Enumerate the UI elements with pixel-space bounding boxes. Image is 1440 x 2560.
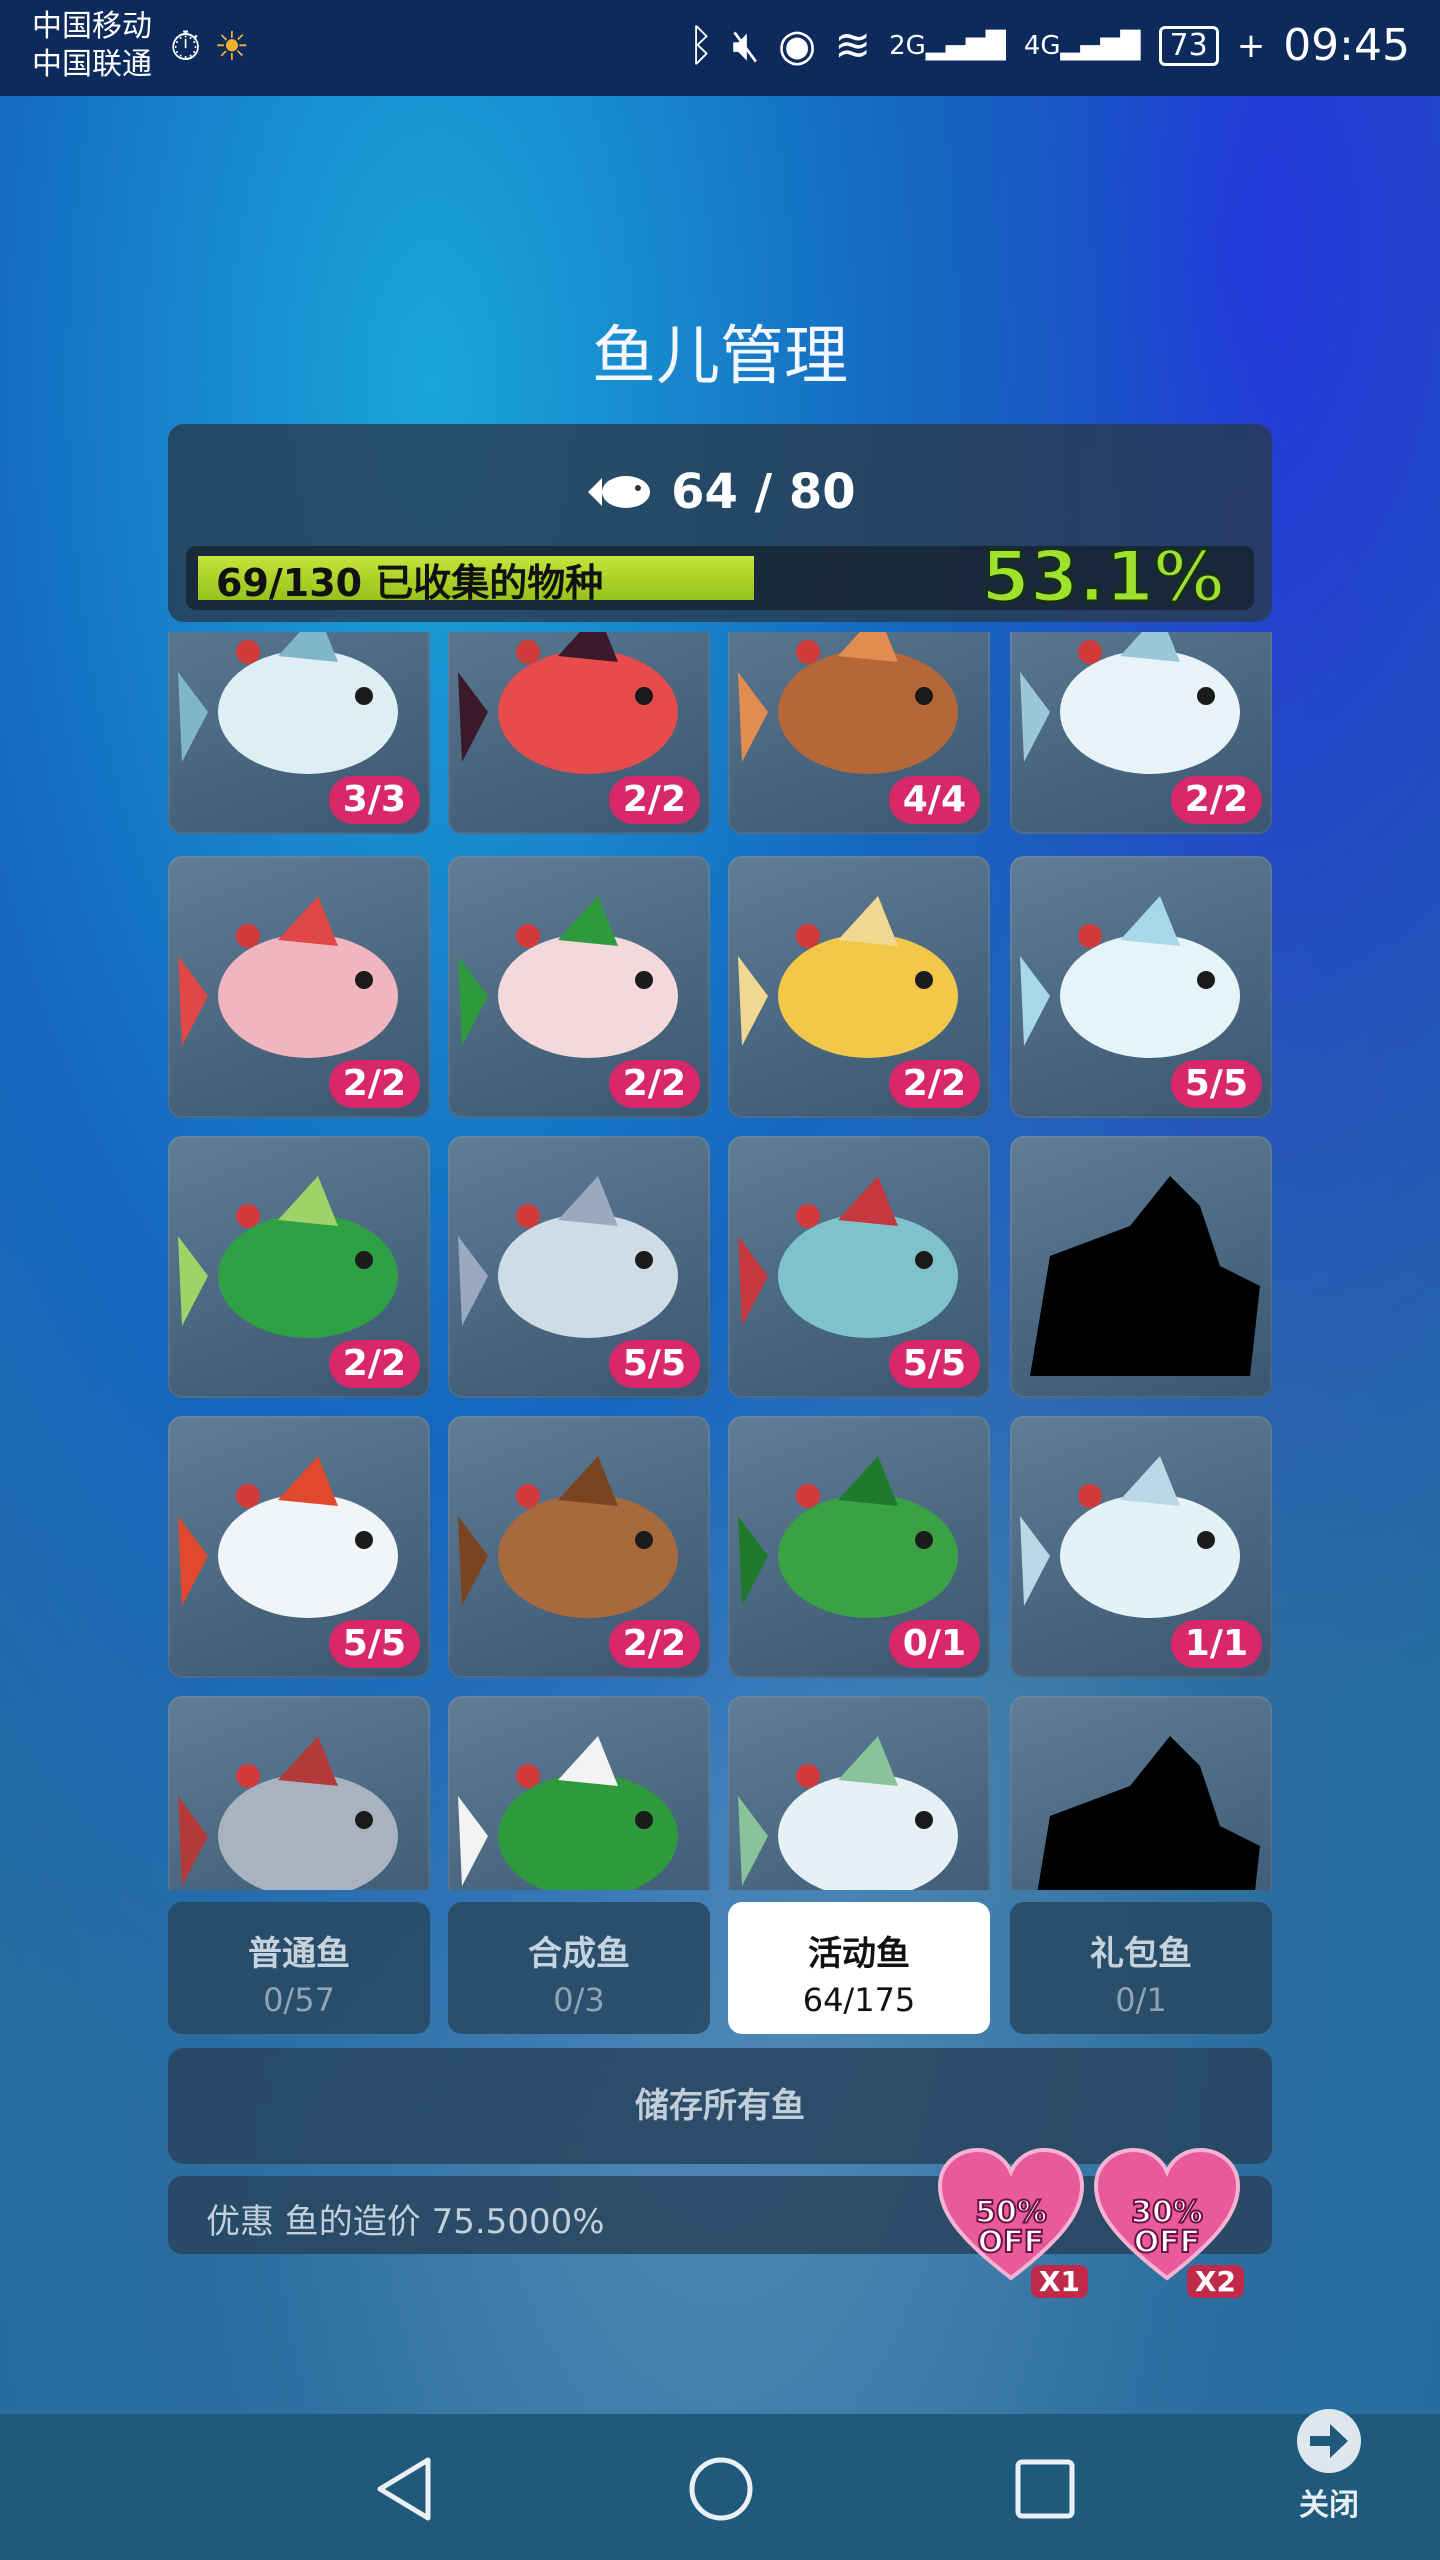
fish-count-badge: 4/4 bbox=[888, 776, 980, 824]
fish-count-badge: 0/1 bbox=[888, 1620, 980, 1668]
status-bar: 中国移动 中国联通 ⏱ ☀ ᛒ 🔇︎ ◉ ≋ 2G▂▄▆█ 4G▂▄▆█ 73 … bbox=[0, 0, 1440, 96]
fish-card[interactable]: 5/5 bbox=[1010, 856, 1272, 1118]
battery-indicator: 73 bbox=[1158, 25, 1219, 66]
fish-icon bbox=[584, 464, 671, 520]
arrow-right-icon bbox=[1297, 2409, 1361, 2473]
status-right-icons: ᛒ 🔇︎ ◉ ≋ 2G▂▄▆█ 4G▂▄▆█ 73 + 09:45 bbox=[688, 20, 1410, 71]
fish-card[interactable]: 2/2 bbox=[168, 1136, 430, 1398]
fish-card[interactable]: 2/2 bbox=[448, 632, 710, 834]
eye-icon: ◉ bbox=[777, 20, 817, 71]
fish-count-badge: 2/2 bbox=[608, 776, 700, 824]
coupon-text: 30% OFF bbox=[1092, 2195, 1242, 2260]
tab-gift-fish[interactable]: 礼包鱼 0/1 bbox=[1010, 1902, 1272, 2034]
fish-card[interactable] bbox=[448, 1696, 710, 1890]
coupon-multiplier: X2 bbox=[1186, 2265, 1244, 2298]
close-label: 关闭 bbox=[1299, 2488, 1359, 2523]
signal-4g-icon: 4G▂▄▆█ bbox=[1023, 30, 1141, 61]
fish-count-badge: 2/2 bbox=[888, 1060, 980, 1108]
top-hat-shark-icon bbox=[178, 1736, 398, 1890]
fish-grid[interactable]: 3/3 2/2 4/4 2/2 2/2 2/2 2/2 5/5 2/2 5/5 … bbox=[168, 632, 1272, 1890]
tab-label: 活动鱼 bbox=[808, 1934, 910, 1974]
species-percent: 53.1% bbox=[980, 535, 1226, 620]
fish-count-badge: 5/5 bbox=[888, 1340, 980, 1388]
fish-card[interactable]: 5/5 bbox=[728, 1136, 990, 1398]
species-progress-label: 69/130 已收集的物种 bbox=[216, 561, 604, 605]
fish-card[interactable]: 1/1 bbox=[1010, 1416, 1272, 1678]
coupon-percent: 30% bbox=[1130, 2195, 1204, 2230]
tab-event-fish[interactable]: 活动鱼 64/175 bbox=[728, 1902, 990, 2034]
coupon-30-off[interactable]: 30% OFF X2 bbox=[1092, 2146, 1244, 2298]
coupon-multiplier: X1 bbox=[1030, 2265, 1088, 2298]
recent-apps-icon[interactable] bbox=[1010, 2454, 1080, 2524]
fish-count-badge: 1/1 bbox=[1170, 1620, 1262, 1668]
fish-count-badge: 5/5 bbox=[328, 1620, 420, 1668]
fish-card[interactable] bbox=[728, 1696, 990, 1890]
coupon-percent: 50% bbox=[974, 2195, 1048, 2230]
fish-count-badge: 5/5 bbox=[1170, 1060, 1262, 1108]
charging-icon: + bbox=[1236, 25, 1266, 66]
clock: 09:45 bbox=[1283, 20, 1410, 71]
fish-card[interactable] bbox=[168, 1696, 430, 1890]
coupon-50-off[interactable]: 50% OFF X1 bbox=[936, 2146, 1088, 2298]
status-left-icons: ⏱ ☀ bbox=[170, 24, 250, 70]
tab-count: 0/1 bbox=[1115, 1981, 1167, 2019]
fish-count-badge: 2/2 bbox=[608, 1620, 700, 1668]
tab-count: 0/3 bbox=[553, 1981, 605, 2019]
carrier-1: 中国移动 bbox=[32, 9, 152, 44]
silhouette-reindeer-icon bbox=[1030, 1176, 1260, 1376]
tab-count: 64/175 bbox=[802, 1981, 916, 2019]
fish-count-badge: 2/2 bbox=[328, 1060, 420, 1108]
system-nav-bar bbox=[0, 2414, 1440, 2560]
fish-count-badge: 3/3 bbox=[328, 776, 420, 824]
back-icon[interactable] bbox=[370, 2454, 440, 2524]
fish-count-value: 64 / 80 bbox=[671, 464, 856, 520]
carrier-labels: 中国移动 中国联通 bbox=[32, 8, 152, 84]
fish-card[interactable]: 3/3 bbox=[168, 632, 430, 834]
fish-card[interactable]: 2/2 bbox=[1010, 632, 1272, 834]
tab-merged-fish[interactable]: 合成鱼 0/3 bbox=[448, 1902, 710, 2034]
fish-count-badge: 2/2 bbox=[328, 1340, 420, 1388]
carrier-2: 中国联通 bbox=[32, 47, 152, 82]
fish-card[interactable]: 4/4 bbox=[728, 632, 990, 834]
tab-label: 合成鱼 bbox=[528, 1934, 630, 1974]
discount-text: 优惠 鱼的造价 75.5000% bbox=[206, 2202, 605, 2242]
fish-card[interactable]: 0/1 bbox=[728, 1416, 990, 1678]
kelp-eel-icon bbox=[458, 1736, 678, 1890]
fish-count: 64 / 80 bbox=[168, 464, 1272, 520]
close-button[interactable]: 关闭 bbox=[1290, 2406, 1368, 2524]
signal-2g-icon: 2G▂▄▆█ bbox=[889, 30, 1006, 61]
wifi-icon: ≋ bbox=[834, 20, 872, 71]
fish-card[interactable]: 2/2 bbox=[728, 856, 990, 1118]
category-tabs: 普通鱼 0/57 合成鱼 0/3 活动鱼 64/175 礼包鱼 0/1 bbox=[168, 1902, 1272, 2034]
page-title: 鱼儿管理 bbox=[592, 320, 848, 394]
tab-label: 礼包鱼 bbox=[1090, 1934, 1192, 1974]
silhouette-ship-icon bbox=[1037, 1736, 1260, 1890]
tab-label: 普通鱼 bbox=[248, 1934, 350, 1974]
fish-count-badge: 5/5 bbox=[608, 1340, 700, 1388]
fish-card[interactable]: 2/2 bbox=[168, 856, 430, 1118]
fish-card[interactable]: 5/5 bbox=[448, 1136, 710, 1398]
fish-card[interactable]: 5/5 bbox=[168, 1416, 430, 1678]
fish-count-badge: 2/2 bbox=[608, 1060, 700, 1108]
tab-count: 0/57 bbox=[263, 1981, 335, 2019]
fish-card[interactable] bbox=[1010, 1136, 1272, 1398]
mute-icon: 🔇︎ bbox=[732, 20, 760, 71]
fish-count-badge: 2/2 bbox=[1170, 776, 1262, 824]
coupon-off: OFF bbox=[977, 2225, 1046, 2260]
fish-card[interactable]: 2/2 bbox=[448, 856, 710, 1118]
bluetooth-icon: ᛒ bbox=[687, 20, 715, 71]
fish-card[interactable] bbox=[1010, 1696, 1272, 1890]
coupon-text: 50% OFF bbox=[936, 2195, 1086, 2260]
home-icon[interactable] bbox=[686, 2454, 756, 2524]
coupon-off: OFF bbox=[1133, 2225, 1202, 2260]
snow-walrus-icon bbox=[738, 1736, 958, 1890]
tab-normal-fish[interactable]: 普通鱼 0/57 bbox=[168, 1902, 430, 2034]
species-progress-bar: 69/130 已收集的物种 53.1% bbox=[186, 535, 1254, 620]
stopwatch-icon: ⏱ bbox=[170, 24, 202, 70]
collection-summary: 64 / 80 69/130 已收集的物种 53.1% bbox=[168, 424, 1272, 622]
fish-card[interactable]: 2/2 bbox=[448, 1416, 710, 1678]
sun-icon: ☀ bbox=[213, 24, 250, 70]
